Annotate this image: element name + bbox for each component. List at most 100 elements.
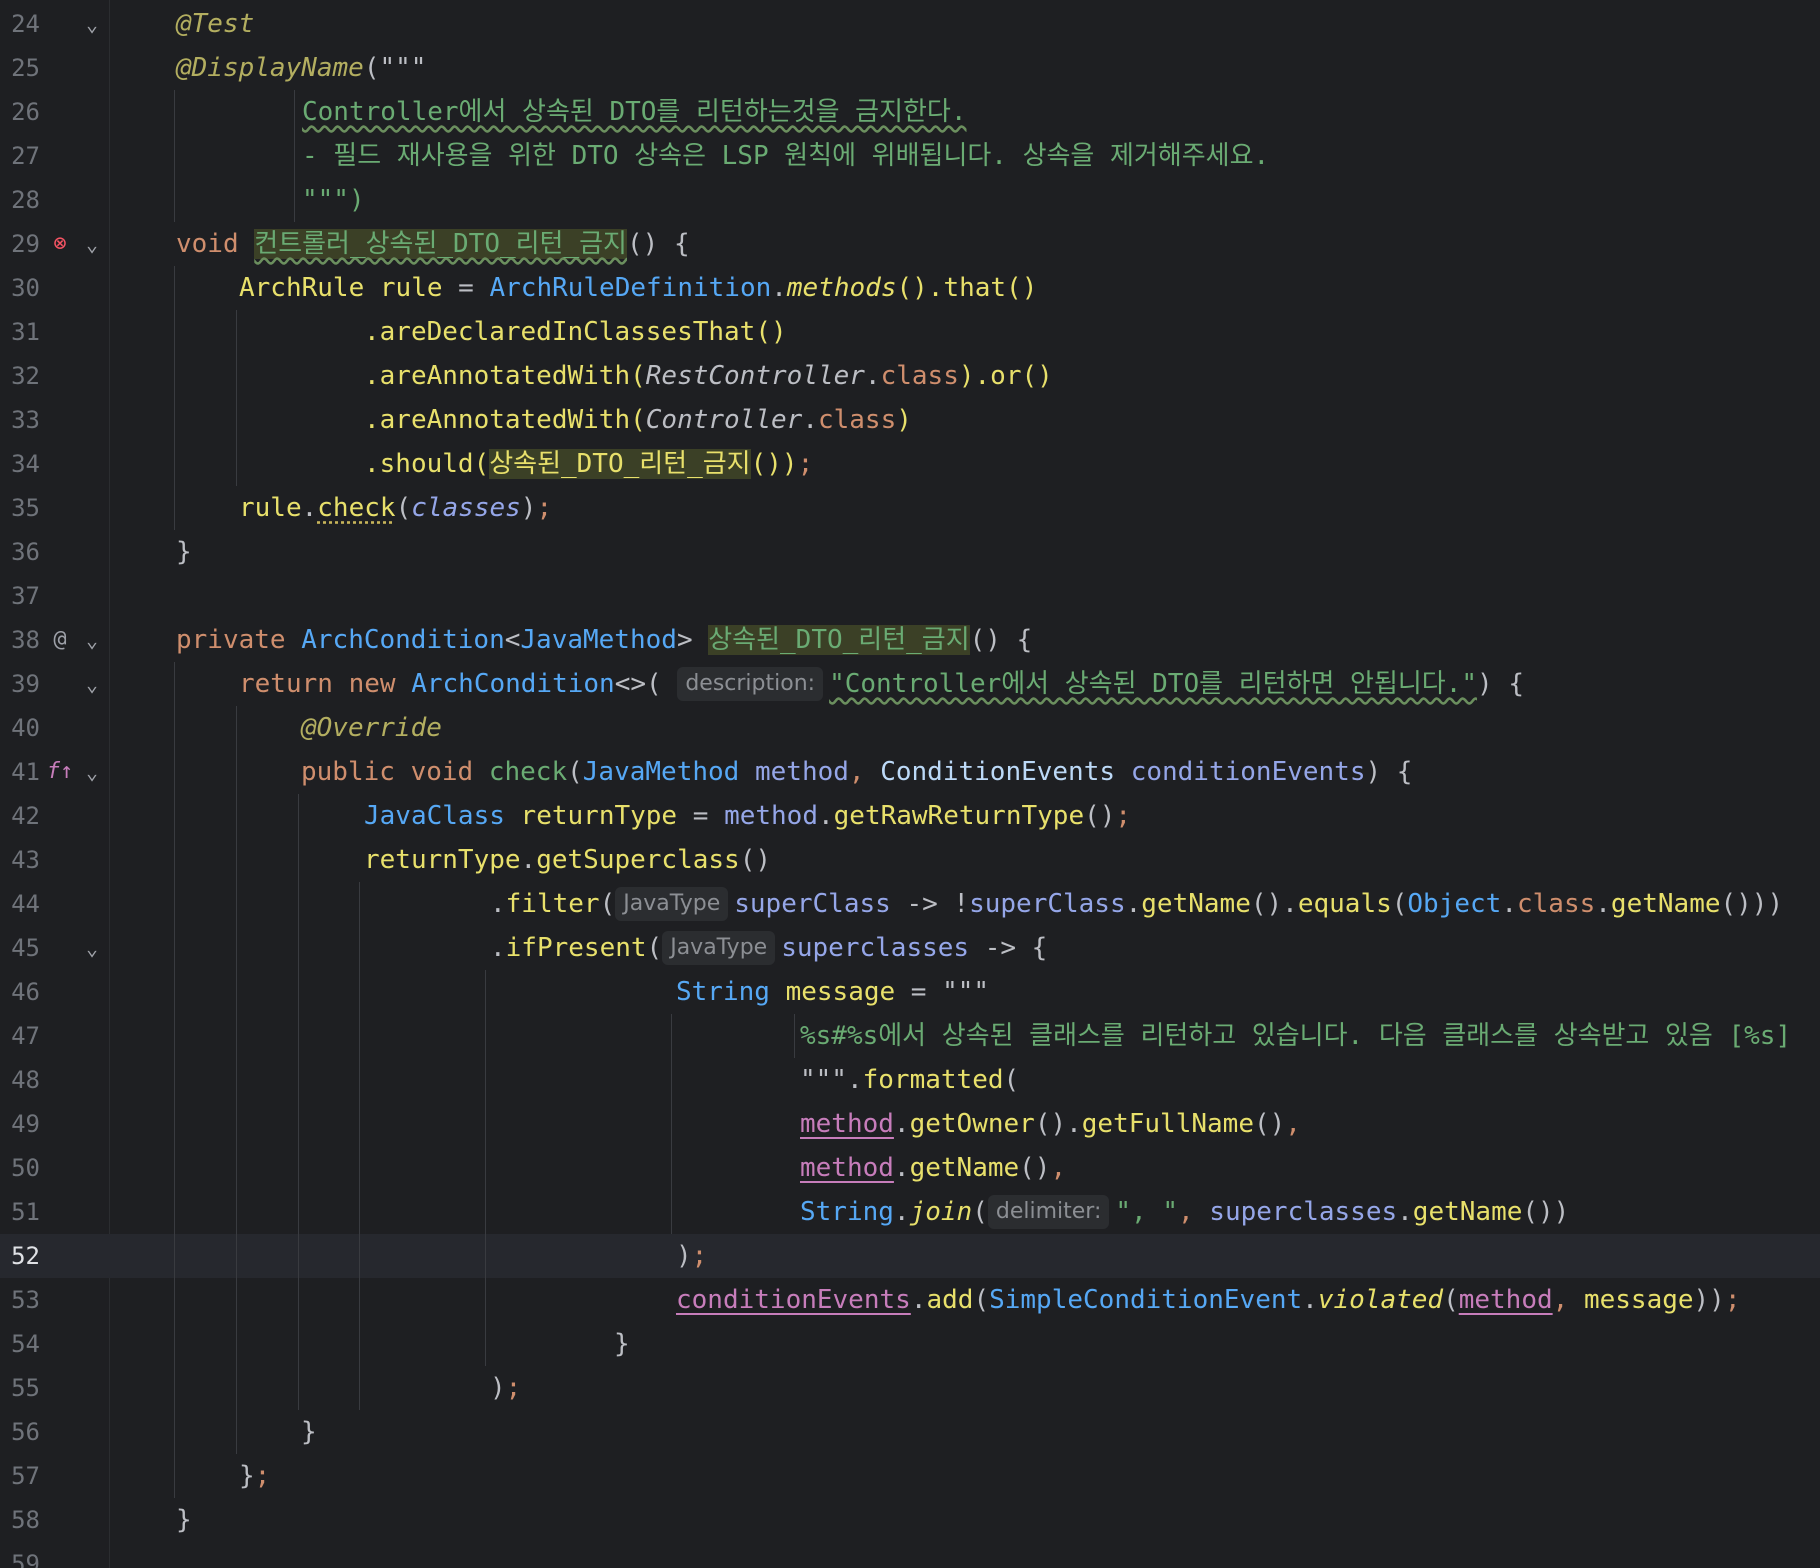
code-token: . bbox=[1595, 889, 1611, 919]
string-token: "Controller에서 상속된 DTO를 리턴하면 안됩니다." bbox=[829, 669, 1478, 699]
code-line[interactable]: - 필드 재사용을 위한 DTO 상속은 LSP 원칙에 위배됩니다. 상속을 … bbox=[0, 134, 1820, 178]
line-number: 49 bbox=[11, 1110, 40, 1138]
code-line[interactable]: .should(상속된_DTO_리턴_금지()); 34 bbox=[0, 442, 1820, 486]
error-icon[interactable]: ⊗ bbox=[46, 222, 74, 266]
method-token: getName bbox=[1412, 1197, 1523, 1227]
code-line[interactable]: 59 bbox=[0, 1542, 1820, 1568]
code-line[interactable]: %s#%s에서 상속된 클래스를 리턴하고 있습니다. 다음 클래스를 상속받고… bbox=[0, 1014, 1820, 1058]
code-line[interactable]: .areAnnotatedWith(RestController.class).… bbox=[0, 354, 1820, 398]
keyword-token: void bbox=[176, 229, 239, 259]
class-token: RestController bbox=[645, 361, 865, 391]
class-token: SimpleConditionEvent bbox=[989, 1285, 1303, 1315]
code-line[interactable]: """) 28 bbox=[0, 178, 1820, 222]
code-token: -> { bbox=[969, 933, 1048, 963]
code-line[interactable]: public void check(JavaMethod method, Con… bbox=[0, 750, 1820, 794]
variable-token: returnType bbox=[520, 801, 678, 831]
code-line[interactable]: @Test 24 ⌄ bbox=[0, 2, 1820, 46]
code-line[interactable]: rule.check(classes); 35 bbox=[0, 486, 1820, 530]
code-line[interactable]: returnType.getSuperclass() 43 bbox=[0, 838, 1820, 882]
code-line[interactable]: String.join(delimiter: ", ", superclasses… bbox=[0, 1190, 1820, 1234]
code-token: , bbox=[1552, 1285, 1584, 1315]
code-token: < bbox=[504, 625, 521, 655]
code-line[interactable]: JavaClass returnType = method.getRawRetu… bbox=[0, 794, 1820, 838]
code-token: = bbox=[442, 273, 490, 303]
string-token: ", " bbox=[1115, 1197, 1178, 1227]
line-number: 36 bbox=[11, 538, 40, 566]
line-number: 35 bbox=[11, 494, 40, 522]
code-token: ) bbox=[896, 405, 912, 435]
code-line[interactable]: Controller에서 상속된 DTO를 리턴하는것을 금지한다. 26 bbox=[0, 90, 1820, 134]
code-token: -> ! bbox=[890, 889, 970, 919]
code-line[interactable]: } 58 bbox=[0, 1498, 1820, 1542]
variable-token: rule bbox=[379, 273, 443, 303]
class-token: Controller bbox=[645, 405, 803, 435]
code-line[interactable]: return new ArchCondition<>( description:… bbox=[0, 662, 1820, 706]
code-line[interactable]: .areAnnotatedWith(Controller.class) 33 bbox=[0, 398, 1820, 442]
method-token: getName bbox=[1141, 889, 1251, 919]
code-line[interactable]: conditionEvents.add(SimpleConditionEvent… bbox=[0, 1278, 1820, 1322]
line-number: 39 bbox=[11, 670, 40, 698]
code-line[interactable]: @Override 40 bbox=[0, 706, 1820, 750]
code-line[interactable]: .areDeclaredInClassesThat() 31 bbox=[0, 310, 1820, 354]
code-line[interactable]: String message = """ 46 bbox=[0, 970, 1820, 1014]
parameter-hint: description: bbox=[677, 667, 824, 701]
code-line[interactable]: .ifPresent(JavaType superclasses -> {45 ⌄ bbox=[0, 926, 1820, 970]
method-token: ifPresent bbox=[505, 933, 647, 963]
code-line[interactable]: void 컨트롤러_상속된_DTO_리턴_금지() {29 ⊗ ⌄ bbox=[0, 222, 1820, 266]
code-token: } bbox=[176, 1505, 192, 1535]
code-line[interactable]: ); 55 bbox=[0, 1366, 1820, 1410]
fold-chevron-icon[interactable]: ⌄ bbox=[80, 926, 104, 970]
method-token: getName bbox=[909, 1153, 1020, 1183]
code-line[interactable]: private ArchCondition<JavaMethod> 상속된_DT… bbox=[0, 618, 1820, 662]
line-number: 41 bbox=[11, 758, 40, 786]
line-number: 37 bbox=[11, 582, 40, 610]
captured-variable-token: method bbox=[800, 1109, 894, 1139]
annotation-icon[interactable]: @ bbox=[46, 618, 74, 662]
fold-chevron-icon[interactable]: ⌄ bbox=[80, 2, 104, 46]
code-token: (). bbox=[1034, 1109, 1082, 1139]
code-token: , bbox=[1050, 1153, 1067, 1183]
code-token: } bbox=[239, 1461, 255, 1491]
line-number: 50 bbox=[11, 1154, 40, 1182]
code-line[interactable]: method.getName(), 50 bbox=[0, 1146, 1820, 1190]
line-number: 45 bbox=[11, 934, 40, 962]
text-block-token: Controller에서 상속된 DTO를 리턴하는것을 금지한다. bbox=[302, 97, 967, 127]
field-token: classes bbox=[411, 493, 521, 523]
annotation-token: @Test bbox=[176, 9, 255, 39]
class-token: ArchRuleDefinition bbox=[489, 273, 772, 303]
method-token: formatted bbox=[862, 1065, 1004, 1095]
annotation-token: @DisplayName bbox=[176, 53, 364, 83]
code-line[interactable]: .filter(JavaType superClass -> !superClas… bbox=[0, 882, 1820, 926]
code-editor[interactable]: @Test 24 ⌄ @DisplayName(""" 25 Controller에서… bbox=[0, 0, 1820, 1568]
code-line[interactable]: }; 57 bbox=[0, 1454, 1820, 1498]
keyword-token: private bbox=[176, 625, 286, 655]
fold-chevron-icon[interactable]: ⌄ bbox=[80, 618, 104, 662]
code-token: ( bbox=[567, 757, 583, 787]
code-line[interactable]: } 54 bbox=[0, 1322, 1820, 1366]
line-number: 38 bbox=[11, 626, 40, 654]
code-token: ( bbox=[1391, 889, 1408, 919]
code-token: . bbox=[1125, 889, 1142, 919]
class-token: String bbox=[800, 1197, 894, 1227]
code-line[interactable]: @DisplayName(""" 25 bbox=[0, 46, 1820, 90]
keyword-token: class bbox=[880, 361, 959, 391]
text-block-token: - 필드 재사용을 위한 DTO 상속은 LSP 원칙에 위배됩니다. 상속을 … bbox=[302, 141, 1270, 171]
code-line[interactable]: ArchRule rule = ArchRuleDefinition.metho… bbox=[0, 266, 1820, 310]
code-line[interactable]: 37 bbox=[0, 574, 1820, 618]
fold-chevron-icon[interactable]: ⌄ bbox=[80, 750, 104, 794]
code-token: . bbox=[1302, 1285, 1318, 1315]
fold-chevron-icon[interactable]: ⌄ bbox=[80, 662, 104, 706]
code-line[interactable]: method.getOwner().getFullName(), 49 bbox=[0, 1102, 1820, 1146]
code-token: ( bbox=[972, 1197, 988, 1227]
line-number: 31 bbox=[11, 318, 40, 346]
override-method-icon[interactable]: f↑ bbox=[46, 750, 74, 794]
line-number: 59 bbox=[11, 1550, 40, 1568]
code-line[interactable]: } 56 bbox=[0, 1410, 1820, 1454]
code-line[interactable]: """.formatted(48 bbox=[0, 1058, 1820, 1102]
code-line[interactable]: } 36 bbox=[0, 530, 1820, 574]
code-line-current[interactable]: ); 52 bbox=[0, 1234, 1820, 1278]
parameter-token: superClass bbox=[969, 889, 1126, 919]
class-token: Object bbox=[1407, 889, 1502, 919]
fold-chevron-icon[interactable]: ⌄ bbox=[80, 222, 104, 266]
line-number: 27 bbox=[11, 142, 40, 170]
